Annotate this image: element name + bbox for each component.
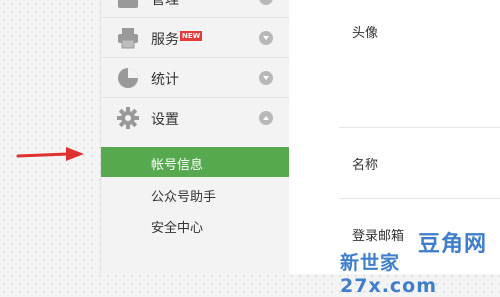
sidebar-subitem-security[interactable]: 安全中心 — [101, 210, 289, 240]
watermark-bottom: 新世家 27x.com — [340, 252, 438, 297]
chevron-down-icon[interactable] — [259, 0, 273, 5]
sidebar-item-management[interactable]: 管理 — [101, 0, 289, 18]
sidebar-subitem-label: 帐号信息 — [151, 158, 204, 173]
avatar-label: 头像 — [352, 26, 379, 41]
sidebar-item-label: 设置 — [151, 112, 179, 128]
sidebar-item-settings[interactable]: 设置 — [101, 98, 289, 138]
printer-icon — [118, 28, 138, 49]
sidebar-item-label: 服务 — [151, 32, 179, 48]
chevron-down-icon[interactable] — [259, 31, 273, 45]
sidebar-subitem-assistant[interactable]: 公众号助手 — [101, 179, 289, 209]
watermark: 豆角网 新世家 27x.com — [340, 226, 500, 297]
chevron-down-icon[interactable] — [259, 71, 273, 85]
sidebar-item-label: 管理 — [151, 0, 179, 8]
new-badge: NEW — [180, 31, 203, 41]
chevron-up-icon[interactable] — [259, 111, 273, 125]
management-icon — [118, 0, 138, 8]
pie-chart-icon — [118, 68, 138, 88]
sidebar-subitem-label: 公众号助手 — [151, 190, 217, 205]
sidebar-subitem-account-info[interactable]: 帐号信息 — [101, 147, 289, 177]
divider — [339, 198, 500, 199]
sidebar-item-label: 统计 — [151, 72, 179, 88]
red-arrow-icon — [16, 147, 84, 161]
sidebar-item-statistics[interactable]: 统计 — [101, 58, 289, 98]
sidebar-item-service[interactable]: 服务 NEW — [101, 18, 289, 58]
sidebar: 管理 服务 NEW 统计 设置 帐号信息 公众号助手 安全中心 — [100, 0, 290, 274]
name-label: 名称 — [352, 158, 379, 173]
sidebar-subitem-label: 安全中心 — [151, 221, 204, 236]
gear-icon — [117, 107, 139, 129]
divider — [339, 127, 500, 128]
